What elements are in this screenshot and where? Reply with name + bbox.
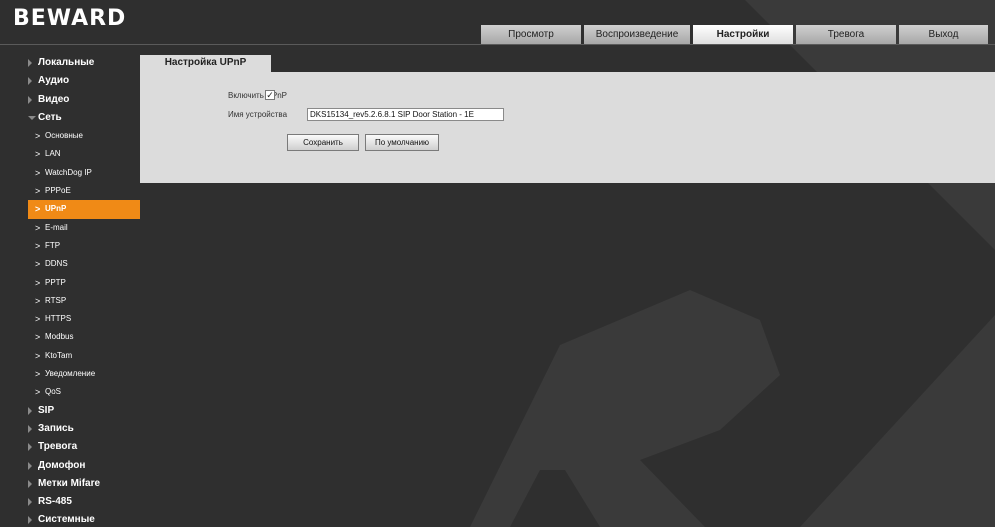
upnp-settings-panel: Включить UPnP ✓ Имя устройства Сохранить… bbox=[140, 72, 995, 183]
chevron-right-icon: > bbox=[35, 149, 41, 160]
chevron-right-icon: > bbox=[35, 314, 41, 325]
sidebar-subitem-notification[interactable]: > Уведомление bbox=[28, 365, 140, 383]
chevron-right-icon: > bbox=[35, 387, 41, 398]
sidebar-subitem-https[interactable]: > HTTPS bbox=[28, 310, 140, 328]
chevron-right-icon: > bbox=[35, 350, 41, 361]
chevron-right-icon: > bbox=[35, 131, 41, 142]
sidebar-subitem-ddns[interactable]: > DDNS bbox=[28, 255, 140, 273]
tab-exit[interactable]: Выход bbox=[899, 25, 988, 44]
chevron-right-icon: > bbox=[35, 240, 41, 251]
triangle-right-icon bbox=[28, 59, 32, 67]
chevron-right-icon: > bbox=[35, 222, 41, 233]
triangle-right-icon bbox=[28, 516, 32, 525]
chevron-right-icon: > bbox=[35, 259, 41, 270]
device-name-label: Имя устройства bbox=[228, 110, 288, 119]
chevron-right-icon: > bbox=[35, 277, 41, 288]
top-nav: Просмотр Воспроизведение Настройки Трево… bbox=[481, 25, 991, 44]
sidebar-subitem-watchdog-ip[interactable]: > WatchDog IP bbox=[28, 164, 140, 182]
sidebar-item-mifare[interactable]: Метки Mifare bbox=[28, 475, 140, 493]
header-divider bbox=[0, 44, 995, 45]
save-button[interactable]: Сохранить bbox=[287, 134, 359, 151]
sidebar: Локальные Аудио Видео Сеть > Основные > LA… bbox=[28, 54, 140, 527]
sidebar-item-alarm[interactable]: Тревога bbox=[28, 438, 140, 456]
tab-view[interactable]: Просмотр bbox=[481, 25, 581, 44]
chevron-right-icon: > bbox=[35, 369, 41, 380]
sidebar-item-video[interactable]: Видео bbox=[28, 91, 140, 109]
sidebar-item-record[interactable]: Запись bbox=[28, 420, 140, 438]
device-name-input[interactable] bbox=[307, 108, 504, 121]
chevron-right-icon: > bbox=[35, 295, 41, 306]
sidebar-subitem-lan[interactable]: > LAN bbox=[28, 145, 140, 163]
enable-upnp-label: Включить UPnP bbox=[228, 91, 288, 100]
chevron-right-icon: > bbox=[35, 186, 41, 197]
triangle-down-icon bbox=[28, 115, 36, 120]
sidebar-item-sip[interactable]: SIP bbox=[28, 402, 140, 420]
chevron-right-icon: > bbox=[35, 204, 41, 215]
sidebar-item-intercom[interactable]: Домофон bbox=[28, 457, 140, 475]
sidebar-item-local[interactable]: Локальные bbox=[28, 54, 140, 72]
sidebar-subitem-modbus[interactable]: > Modbus bbox=[28, 328, 140, 346]
sidebar-subitem-upnp[interactable]: > UPnP bbox=[28, 200, 140, 219]
sidebar-subitem-qos[interactable]: > QoS bbox=[28, 383, 140, 401]
sidebar-subitem-rtsp[interactable]: > RTSP bbox=[28, 292, 140, 310]
sidebar-item-network[interactable]: Сеть bbox=[28, 109, 140, 127]
sidebar-item-audio[interactable]: Аудио bbox=[28, 72, 140, 90]
tab-settings[interactable]: Настройки bbox=[693, 25, 793, 44]
sidebar-subitem-ktotam[interactable]: > KtoTam bbox=[28, 347, 140, 365]
panel-title-tab: Настройка UPnP bbox=[140, 55, 271, 72]
triangle-right-icon bbox=[28, 77, 32, 86]
sidebar-subitem-ftp[interactable]: > FTP bbox=[28, 237, 140, 255]
sidebar-subitem-email[interactable]: > E-mail bbox=[28, 219, 140, 237]
triangle-right-icon bbox=[28, 461, 32, 470]
sidebar-item-system[interactable]: Системные bbox=[28, 511, 140, 527]
triangle-right-icon bbox=[28, 406, 32, 415]
triangle-right-icon bbox=[28, 479, 32, 488]
triangle-right-icon bbox=[28, 424, 32, 433]
enable-upnp-checkbox[interactable]: ✓ bbox=[265, 90, 275, 100]
beward-logo: BEWARD bbox=[13, 6, 127, 31]
default-button[interactable]: По умолчанию bbox=[365, 134, 439, 151]
sidebar-subitem-pppoe[interactable]: > PPPoE bbox=[28, 182, 140, 200]
tab-playback[interactable]: Воспроизведение bbox=[584, 25, 690, 44]
chevron-right-icon: > bbox=[35, 332, 41, 343]
chevron-right-icon: > bbox=[35, 167, 41, 178]
sidebar-item-rs485[interactable]: RS-485 bbox=[28, 493, 140, 511]
triangle-right-icon bbox=[28, 498, 32, 507]
triangle-right-icon bbox=[28, 443, 32, 452]
sidebar-subitem-basic[interactable]: > Основные bbox=[28, 127, 140, 145]
header: BEWARD Просмотр Воспроизведение Настройк… bbox=[0, 0, 995, 44]
triangle-right-icon bbox=[28, 95, 32, 104]
sidebar-subitem-pptp[interactable]: > PPTP bbox=[28, 274, 140, 292]
tab-alarm[interactable]: Тревога bbox=[796, 25, 896, 44]
